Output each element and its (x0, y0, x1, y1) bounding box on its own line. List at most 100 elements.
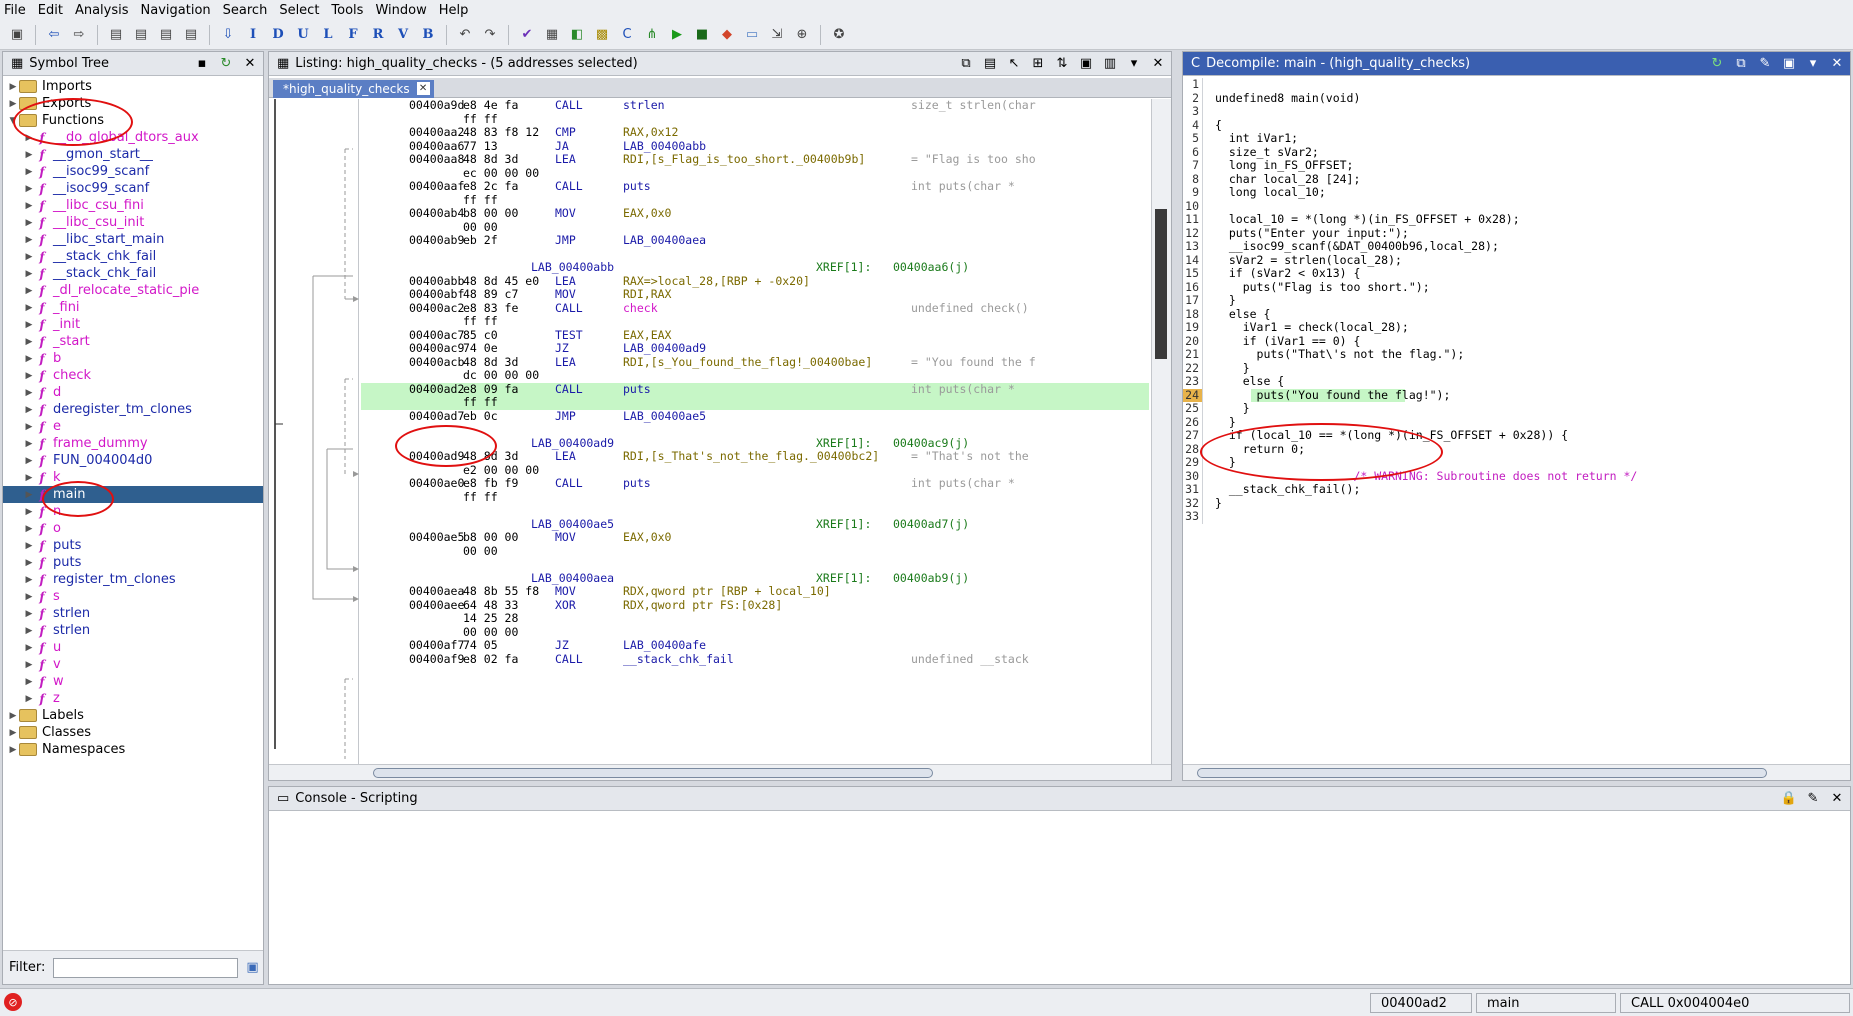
function-graph-icon[interactable]: ⋔ (641, 24, 663, 46)
expand-icon[interactable]: ▶ (23, 524, 35, 534)
expand-icon[interactable]: ▶ (23, 405, 35, 415)
decompile-line[interactable]: 26 } (1183, 415, 1850, 429)
tree-function-item[interactable]: ▶ f e (3, 418, 263, 435)
help-icon[interactable]: ✪ (828, 24, 850, 46)
listing-row[interactable]: 00400aa6 77 13 JA LAB_00400abb (361, 139, 1149, 154)
expand-icon[interactable]: ▶ (23, 575, 35, 585)
expand-icon[interactable]: ▶ (23, 133, 35, 143)
layout-icon[interactable]: ▥ (1101, 54, 1119, 72)
tree-function-item[interactable]: ▶ f main (3, 486, 263, 503)
listing-row[interactable]: ff ff (361, 395, 1149, 410)
decompile-line[interactable]: 7 long in_FS_OFFSET; (1183, 158, 1850, 173)
decompile-line[interactable]: 15 if (sVar2 < 0x13) { (1183, 266, 1850, 281)
tree-function-item[interactable]: ▶ f b (3, 350, 263, 367)
down-arrow-icon[interactable]: ⇩ (217, 24, 239, 46)
decompile-line[interactable]: 29 } (1183, 455, 1850, 470)
undefined-icon[interactable]: U (292, 24, 314, 46)
tree-function-item[interactable]: ▶ f k (3, 469, 263, 486)
decompile-line[interactable]: 4{ (1183, 118, 1850, 132)
listing-row[interactable]: 00400af7 74 05 JZ LAB_00400afe (361, 638, 1149, 653)
scroll-thumb[interactable] (1197, 768, 1767, 778)
expand-icon[interactable]: ▶ (7, 99, 19, 109)
nav-icon[interactable]: ▤ (180, 24, 202, 46)
tree-function-item[interactable]: ▶ f __stack_chk_fail (3, 265, 263, 282)
listing-row[interactable]: 00 00 00 (361, 625, 1149, 640)
nav-icon[interactable]: ▤ (105, 24, 127, 46)
decompile-line[interactable]: 27 if (local_10 == *(long *)(in_FS_OFFSE… (1183, 428, 1850, 443)
listing-row[interactable]: 00400aa2 48 83 f8 12 CMP RAX,0x12 (361, 125, 1149, 140)
close-icon[interactable]: ✕ (241, 54, 259, 72)
listing-row[interactable] (361, 248, 1149, 262)
expand-icon[interactable]: ▶ (7, 745, 19, 755)
listing-row[interactable]: 00400ac2 e8 83 fe CALL check undefined check… (361, 301, 1149, 316)
listing-row[interactable]: 00400ab4 b8 00 00 MOV EAX,0x0 (361, 206, 1149, 221)
decompile-line[interactable]: 33 (1183, 509, 1850, 524)
tree-folder[interactable]: ▼ Functions (3, 112, 263, 129)
decompile-line[interactable]: 11 local_10 = *(long *)(in_FS_OFFSET + 0… (1183, 212, 1850, 227)
decompile-line[interactable]: 19 iVar1 = check(local_28); (1183, 320, 1850, 335)
tree-folder[interactable]: ▶ Exports (3, 95, 263, 112)
listing-row[interactable] (361, 423, 1149, 437)
tree-function-item[interactable]: ▶ f _start (3, 333, 263, 350)
decompile-horizontal-scrollbar[interactable] (1183, 764, 1850, 780)
decompile-line[interactable]: 25 } (1183, 401, 1850, 416)
refresh-icon[interactable]: ↻ (217, 54, 235, 72)
tree-function-item[interactable]: ▶ f u (3, 639, 263, 656)
window-icon[interactable]: ▭ (741, 24, 763, 46)
xref-icon[interactable]: R (367, 24, 389, 46)
expand-icon[interactable]: ▶ (23, 541, 35, 551)
expand-icon[interactable]: ▶ (23, 694, 35, 704)
decompile-line[interactable]: 24 puts("You found the flag!"); (1183, 388, 1850, 402)
decompile-line[interactable]: 13 __isoc99_scanf(&DAT_00400b96,local_28… (1183, 239, 1850, 254)
decompile-line[interactable]: 18 else { (1183, 307, 1850, 321)
filter-input[interactable] (53, 957, 239, 978)
decompile-line[interactable]: 32} (1183, 496, 1850, 510)
expand-icon[interactable]: ▶ (23, 677, 35, 687)
listing-row[interactable]: 00 00 (361, 544, 1149, 559)
decompile-line[interactable]: 17 } (1183, 293, 1850, 308)
listing-row[interactable]: 00400acb 48 8d 3d LEA RDI,[s_You_found_the_… (361, 355, 1149, 370)
menu-item-navigation[interactable]: Navigation (141, 3, 211, 18)
expand-icon[interactable]: ▶ (7, 711, 19, 721)
listing-row[interactable]: 00400a9d e8 4e fa CALL strlen size_t strlen(… (361, 99, 1149, 113)
listing-row[interactable]: 00400ad7 eb 0c JMP LAB_00400ae5 (361, 409, 1149, 424)
expand-icon[interactable]: ▶ (23, 167, 35, 177)
listing-label-row[interactable]: LAB_00400abb XREF[1]: 00400aa6(j) (361, 260, 1149, 275)
listing-label[interactable]: LAB_00400abb (531, 260, 614, 275)
tree-function-item[interactable]: ▶ f deregister_tm_clones (3, 401, 263, 418)
listing-row[interactable]: 00400af9 e8 02 fa CALL __stack_chk_fail unde… (361, 652, 1149, 667)
decompiler-icon[interactable]: C (616, 24, 638, 46)
expand-icon[interactable]: ▶ (23, 626, 35, 636)
listing-label[interactable]: LAB_00400ae5 (531, 517, 614, 532)
listing-row[interactable]: ff ff (361, 112, 1149, 127)
tree-function-item[interactable]: ▶ f d (3, 384, 263, 401)
decompile-line[interactable]: 20 if (iVar1 == 0) { (1183, 334, 1850, 348)
checkmark-icon[interactable]: ✔ (516, 24, 538, 46)
tree-folder[interactable]: ▶ Classes (3, 724, 263, 741)
console-output[interactable] (269, 811, 1850, 984)
listing-row[interactable] (361, 504, 1149, 518)
expand-icon[interactable]: ▶ (23, 473, 35, 483)
expand-icon[interactable]: ▶ (23, 235, 35, 245)
expand-icon[interactable]: ▼ (7, 116, 19, 126)
snapshot-icon[interactable]: ▣ (1077, 54, 1095, 72)
tree-function-item[interactable]: ▶ f v (3, 656, 263, 673)
menu-arrow-icon[interactable]: ▾ (1125, 54, 1143, 72)
data-icon[interactable]: D (267, 24, 289, 46)
tree-function-item[interactable]: ▶ f __stack_chk_fail (3, 248, 263, 265)
menu-item-select[interactable]: Select (279, 3, 319, 18)
graph-icon[interactable]: ◧ (566, 24, 588, 46)
listing-row[interactable]: 00 00 (361, 220, 1149, 235)
listing-row[interactable]: dc 00 00 00 (361, 368, 1149, 383)
expand-icon[interactable]: ▶ (23, 388, 35, 398)
listing-row[interactable]: 00400abb 48 8d 45 e0 LEA RAX=>local_28,[RBP… (361, 274, 1149, 289)
tree-function-item[interactable]: ▶ f w (3, 673, 263, 690)
scroll-thumb[interactable] (373, 768, 933, 778)
menu-item-help[interactable]: Help (439, 3, 469, 18)
new-symbol-icon[interactable]: ▪ (193, 54, 211, 72)
listing-row[interactable]: 00400aee 64 48 33 XOR RDX,qword ptr FS:[0x2… (361, 598, 1149, 613)
expand-icon[interactable]: ▶ (23, 609, 35, 619)
expand-icon[interactable]: ▶ (23, 354, 35, 364)
decompile-line[interactable]: 6 size_t sVar2; (1183, 145, 1850, 159)
forward-icon[interactable]: ⇨ (68, 24, 90, 46)
